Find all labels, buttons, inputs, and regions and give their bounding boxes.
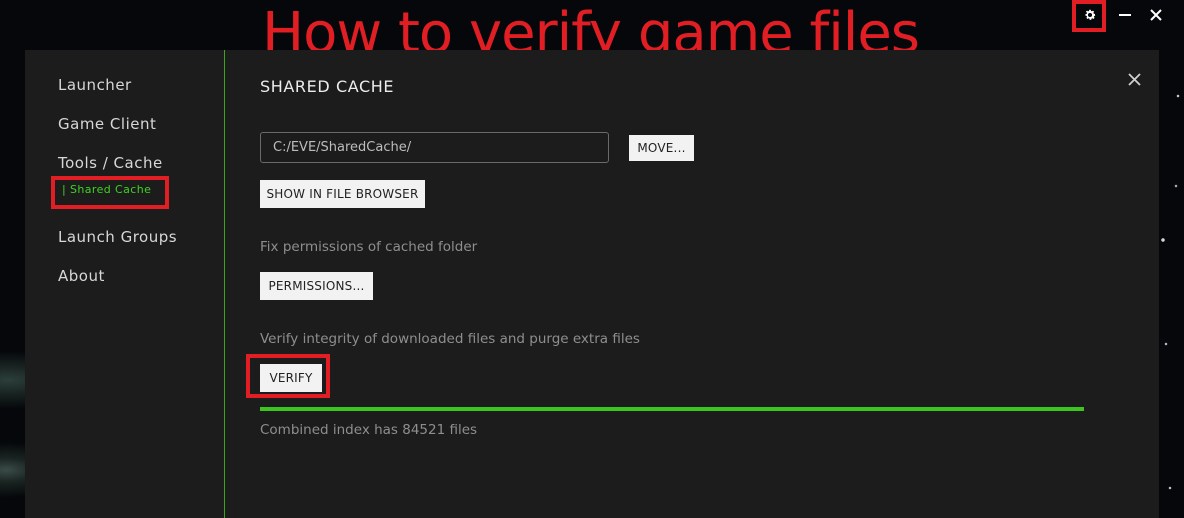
shared-cache-highlight-box [51,176,169,209]
settings-highlight-box [1072,0,1106,32]
move-button[interactable]: MOVE... [629,135,694,161]
sidebar-item-launch-groups[interactable]: Launch Groups [58,228,177,246]
sidebar-item-tools-cache[interactable]: Tools / Cache [58,154,163,172]
show-in-file-browser-button[interactable]: SHOW IN FILE BROWSER [260,180,425,208]
panel-close-button[interactable] [1123,68,1145,90]
verify-highlight-box [246,354,330,398]
settings-sidebar: Launcher Game Client Tools / Cache | Sha… [25,50,225,518]
window-close-button[interactable] [1143,2,1169,28]
permissions-description: Fix permissions of cached folder [260,239,478,255]
permissions-button[interactable]: PERMISSIONS... [260,272,373,300]
cache-path-input[interactable] [260,132,609,163]
verify-description: Verify integrity of downloaded files and… [260,331,640,347]
close-icon [1127,72,1141,86]
sidebar-item-launcher[interactable]: Launcher [58,76,132,94]
page-title: SHARED CACHE [260,77,395,96]
settings-panel: Launcher Game Client Tools / Cache | Sha… [25,50,1159,518]
verify-progress-fill [260,407,1084,411]
sidebar-item-game-client[interactable]: Game Client [58,115,156,133]
verify-progress-bar [260,407,1084,411]
minimize-button[interactable] [1112,2,1138,28]
sidebar-item-about[interactable]: About [58,267,105,285]
status-text: Combined index has 84521 files [260,422,478,438]
close-icon [1150,9,1162,21]
minimize-icon [1119,14,1131,16]
